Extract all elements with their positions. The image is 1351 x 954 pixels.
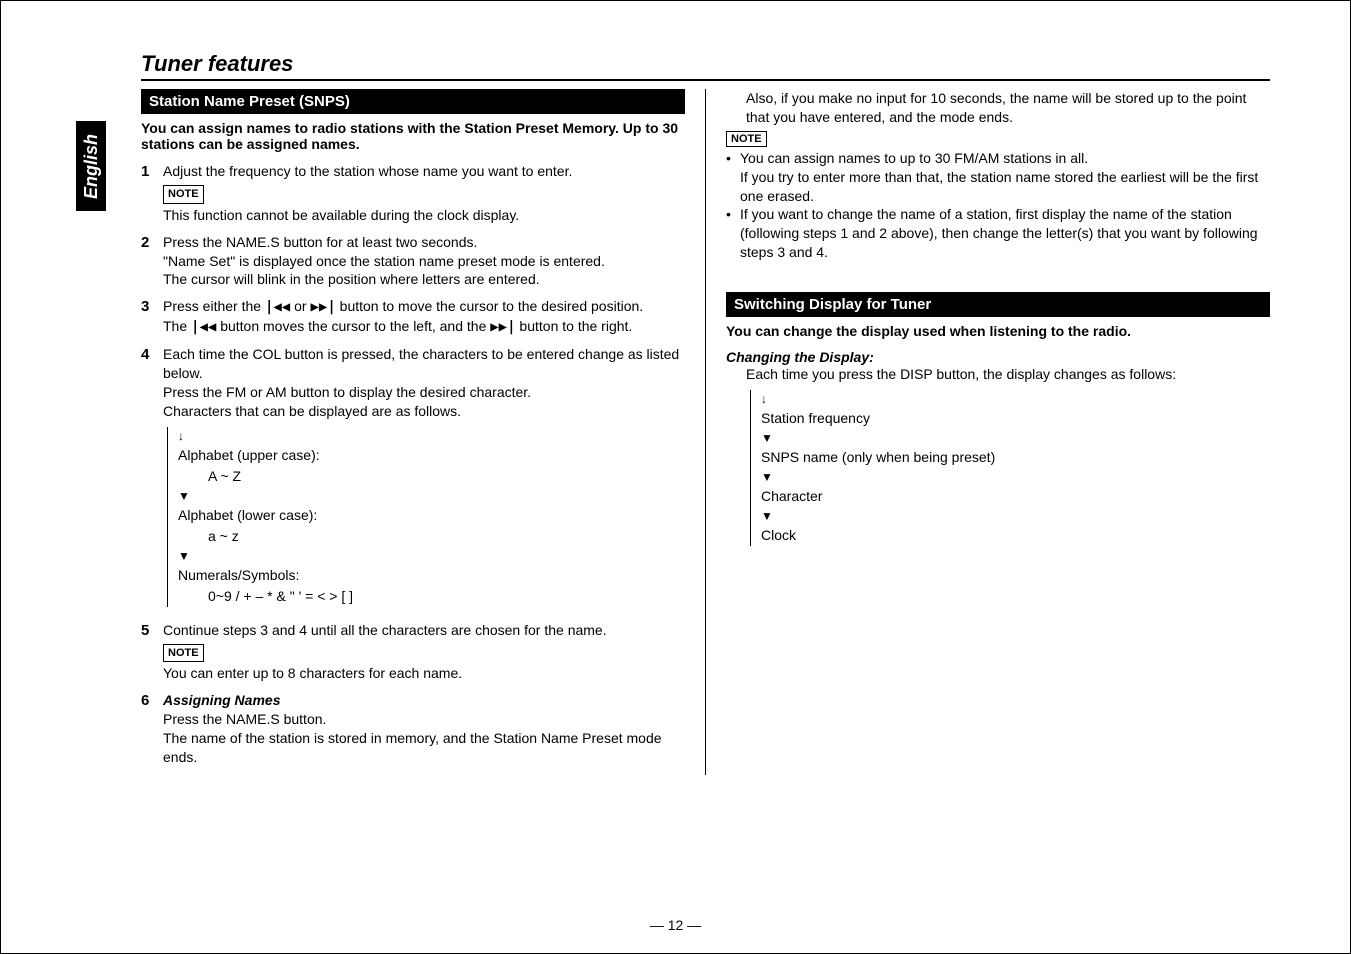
page-number: — 12 — (650, 917, 701, 933)
down-arrow-icon: ▼ (761, 507, 1270, 525)
step-number: 3 (141, 297, 163, 337)
step-number: 6 (141, 691, 163, 767)
language-tab: English (76, 121, 106, 211)
bullet-1: • You can assign names to up to 30 FM/AM… (726, 149, 1270, 206)
step3-line2: The |◀◀ button moves the cursor to the l… (163, 317, 685, 337)
step6-l2: The name of the station is stored in mem… (163, 729, 685, 767)
language-label: English (81, 133, 102, 198)
step2-l2: "Name Set" is displayed once the station… (163, 252, 685, 271)
bullet2-text: If you want to change the name of a stat… (740, 205, 1270, 262)
down-arrow-icon: ▼ (761, 429, 1270, 447)
cycle2-item3: Character (761, 486, 1270, 507)
skip-back-icon: |◀◀ (265, 299, 290, 315)
right-column: Also, if you make no input for 10 second… (726, 89, 1270, 775)
step-number: 4 (141, 345, 163, 613)
step6-l1: Press the NAME.S button. (163, 710, 685, 729)
cycle-lower: Alphabet (lower case): (178, 505, 685, 526)
down-arrow-icon: ▼ (178, 487, 685, 505)
cycle2-item1: Station frequency (761, 408, 1270, 429)
cycle2-item2: SNPS name (only when being preset) (761, 447, 1270, 468)
step-number: 2 (141, 233, 163, 290)
cycle-numerals: Numerals/Symbols: (178, 565, 685, 586)
bullet1a: You can assign names to up to 30 FM/AM s… (740, 149, 1270, 168)
step-number: 1 (141, 162, 163, 225)
continuation-text: Also, if you make no input for 10 second… (726, 89, 1270, 127)
step-1: 1 Adjust the frequency to the station wh… (141, 162, 685, 225)
step4-l3: Characters that can be displayed are as … (163, 402, 685, 421)
bullet-2: • If you want to change the name of a st… (726, 205, 1270, 262)
step5-text: Continue steps 3 and 4 until all the cha… (163, 621, 685, 640)
step4-l2: Press the FM or AM button to display the… (163, 383, 685, 402)
step-5: 5 Continue steps 3 and 4 until all the c… (141, 621, 685, 684)
step-number: 5 (141, 621, 163, 684)
skip-back-icon: |◀◀ (191, 319, 216, 335)
down-arrow-icon: ↓ (761, 390, 1270, 408)
step4-l1: Each time the COL button is pressed, the… (163, 345, 685, 383)
down-arrow-icon: ▼ (178, 547, 685, 565)
cycle-upper: Alphabet (upper case): (178, 445, 685, 466)
step3-line1: Press either the |◀◀ or ▶▶| button to mo… (163, 297, 685, 317)
step-3: 3 Press either the |◀◀ or ▶▶| button to … (141, 297, 685, 337)
step1-note-text: This function cannot be available during… (163, 206, 685, 225)
skip-forward-icon: ▶▶| (490, 319, 515, 335)
note-label: NOTE (726, 131, 767, 147)
bullet1b: If you try to enter more than that, the … (740, 168, 1270, 206)
down-arrow-icon: ▼ (761, 468, 1270, 486)
changing-display-desc: Each time you press the DISP button, the… (726, 365, 1270, 384)
note-label: NOTE (163, 185, 204, 204)
cycle-upper-range: A ~ Z (178, 466, 685, 487)
section-title: Tuner features (141, 51, 1270, 81)
step-2: 2 Press the NAME.S button for at least t… (141, 233, 685, 290)
character-cycle-box: ↓ Alphabet (upper case): A ~ Z ▼ Alphabe… (167, 427, 685, 607)
step-4: 4 Each time the COL button is pressed, t… (141, 345, 685, 613)
step-6: 6 Assigning Names Press the NAME.S butto… (141, 691, 685, 767)
snps-header: Station Name Preset (SNPS) (141, 89, 685, 114)
step2-l3: The cursor will blink in the position wh… (163, 270, 685, 289)
step1-text: Adjust the frequency to the station whos… (163, 162, 685, 181)
skip-forward-icon: ▶▶| (310, 299, 335, 315)
cycle-lower-range: a ~ z (178, 526, 685, 547)
left-column: Station Name Preset (SNPS) You can assig… (141, 89, 706, 775)
switching-display-header: Switching Display for Tuner (726, 292, 1270, 317)
snps-intro: You can assign names to radio stations w… (141, 120, 685, 152)
changing-display-subtitle: Changing the Display: (726, 349, 1270, 365)
switching-display-intro: You can change the display used when lis… (726, 323, 1270, 339)
step6-title: Assigning Names (163, 691, 685, 710)
step5-note-text: You can enter up to 8 characters for eac… (163, 664, 685, 683)
bullet-dot-icon: • (726, 149, 740, 206)
cycle2-item4: Clock (761, 525, 1270, 546)
note-label: NOTE (163, 644, 204, 663)
cycle-numerals-range: 0~9 / + – * & " ' = < > [ ] (178, 586, 685, 607)
display-cycle-box: ↓ Station frequency ▼ SNPS name (only wh… (750, 390, 1270, 546)
down-arrow-icon: ↓ (178, 427, 685, 445)
bullet-dot-icon: • (726, 205, 740, 262)
step2-l1: Press the NAME.S button for at least two… (163, 233, 685, 252)
